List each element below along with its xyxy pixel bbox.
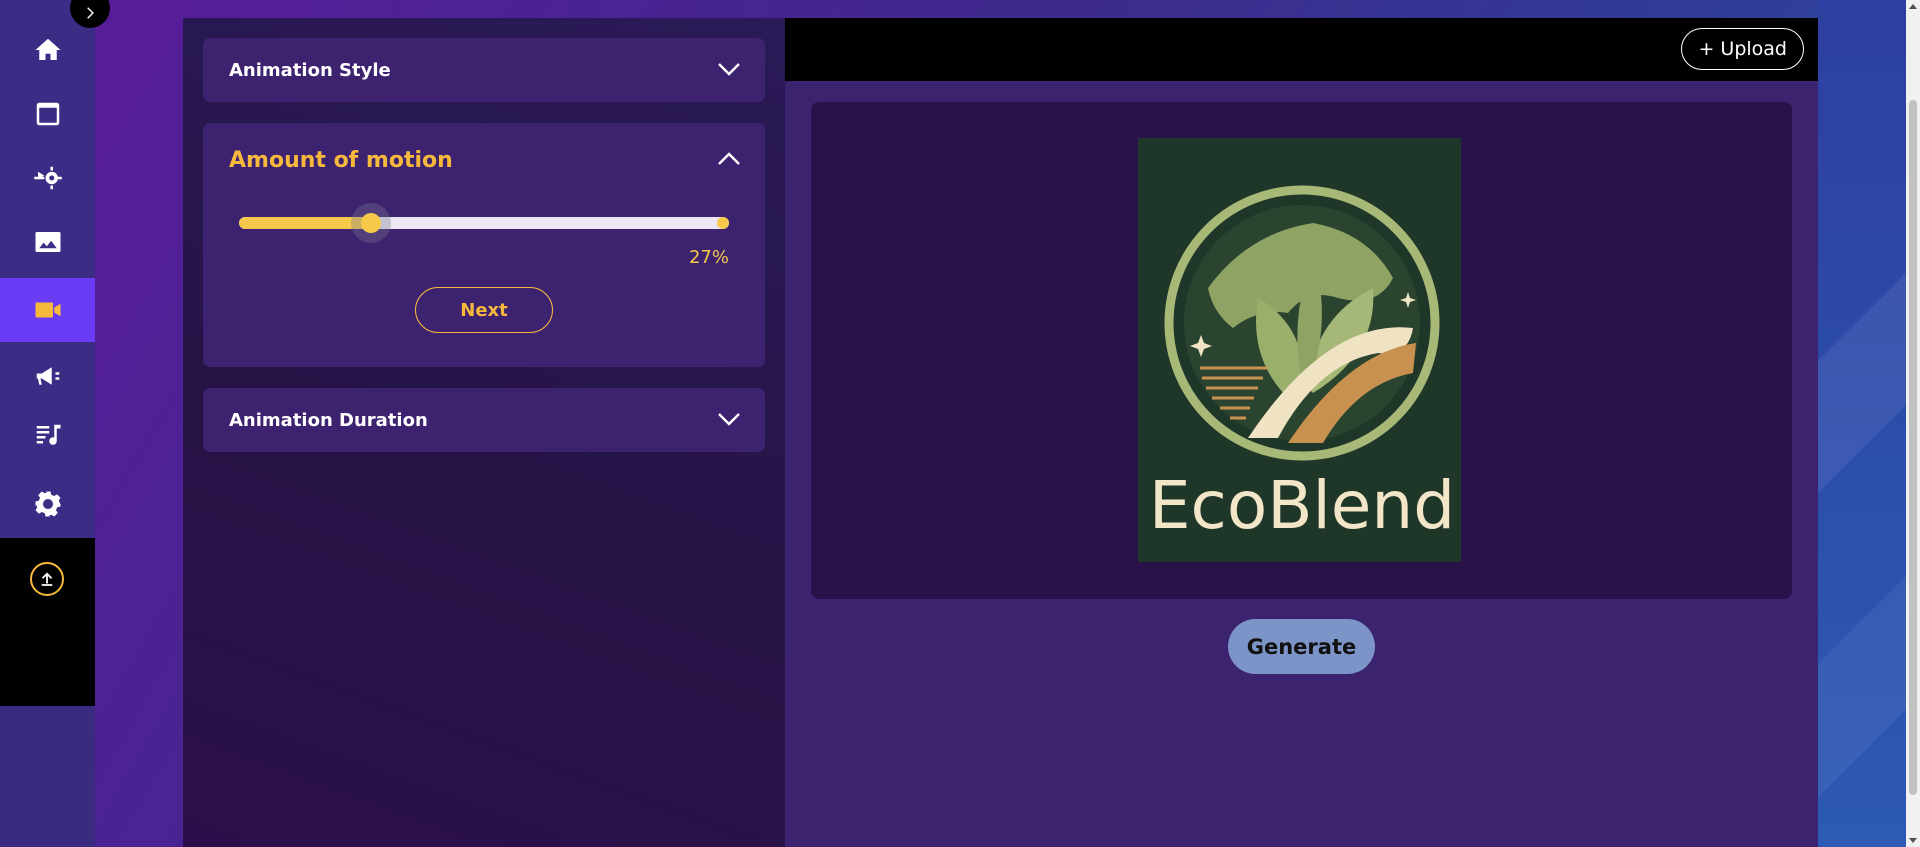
scroll-up-icon[interactable]	[1909, 4, 1917, 9]
next-button[interactable]: Next	[415, 287, 553, 333]
chevron-down-icon	[717, 61, 741, 80]
preview-panel: + Upload EcoBlend Generate	[785, 18, 1818, 847]
generate-button[interactable]: Generate	[1228, 619, 1375, 674]
slider-end-marker	[717, 217, 729, 229]
chevron-up-icon	[717, 151, 741, 170]
sidebar-item-notes[interactable]	[0, 82, 95, 146]
upload-button[interactable]: + Upload	[1681, 28, 1804, 70]
logo-brand-text: EcoBlend	[1149, 467, 1455, 544]
megaphone-icon	[36, 367, 59, 385]
motion-slider[interactable]: 27%	[239, 203, 729, 268]
scroll-down-icon[interactable]	[1909, 838, 1917, 843]
sidebar-item-images[interactable]	[0, 210, 95, 274]
accordion-title: Animation Duration	[229, 409, 428, 431]
accordion-title: Amount of motion	[229, 147, 453, 173]
accordion-header-animation-style[interactable]: Animation Style	[203, 38, 765, 102]
sidebar-item-audio[interactable]	[0, 404, 95, 468]
accordion-amount-of-motion: Amount of motion 27% Next	[203, 123, 765, 367]
accordion-header-animation-duration[interactable]: Animation Duration	[203, 388, 765, 452]
sidebar-upload-button[interactable]	[30, 562, 64, 596]
settings-panel: Animation Style Amount of motion 27% Nex…	[183, 18, 785, 847]
image-icon	[35, 232, 60, 252]
slider-track[interactable]	[239, 217, 729, 229]
slider-handle[interactable]	[351, 203, 392, 243]
upload-arrow-icon	[41, 572, 53, 586]
home-icon	[35, 38, 60, 60]
preview-toolbar: + Upload	[785, 18, 1818, 81]
accordion-header-amount-of-motion[interactable]: Amount of motion	[203, 123, 765, 197]
scrollbar-thumb[interactable]	[1909, 100, 1917, 795]
sidebar	[0, 0, 95, 847]
chevron-right-icon	[87, 7, 94, 19]
ecoblend-logo: EcoBlend	[1149, 185, 1455, 544]
accordion-title: Animation Style	[229, 59, 391, 81]
sidebar-nav	[0, 0, 95, 538]
background-decoration	[1818, 0, 1920, 847]
image-preview-area: EcoBlend	[811, 102, 1792, 599]
sidebar-item-home[interactable]	[0, 18, 95, 82]
sidebar-item-video[interactable]	[0, 278, 95, 342]
sidebar-item-automation[interactable]	[0, 146, 95, 210]
workflow-gear-icon	[33, 166, 62, 190]
uploaded-image: EcoBlend	[1138, 138, 1461, 562]
chevron-down-icon	[717, 411, 741, 430]
page-scrollbar[interactable]	[1906, 0, 1920, 847]
music-note-icon	[36, 424, 60, 445]
sidebar-item-marketing[interactable]	[0, 344, 95, 408]
sidebar-item-settings[interactable]	[0, 472, 95, 536]
accordion-animation-duration: Animation Duration	[203, 388, 765, 452]
gear-icon	[35, 491, 60, 517]
document-icon	[36, 102, 59, 126]
slider-value-label: 27%	[688, 247, 729, 268]
accordion-animation-style: Animation Style	[203, 38, 765, 102]
video-camera-icon	[35, 302, 60, 318]
